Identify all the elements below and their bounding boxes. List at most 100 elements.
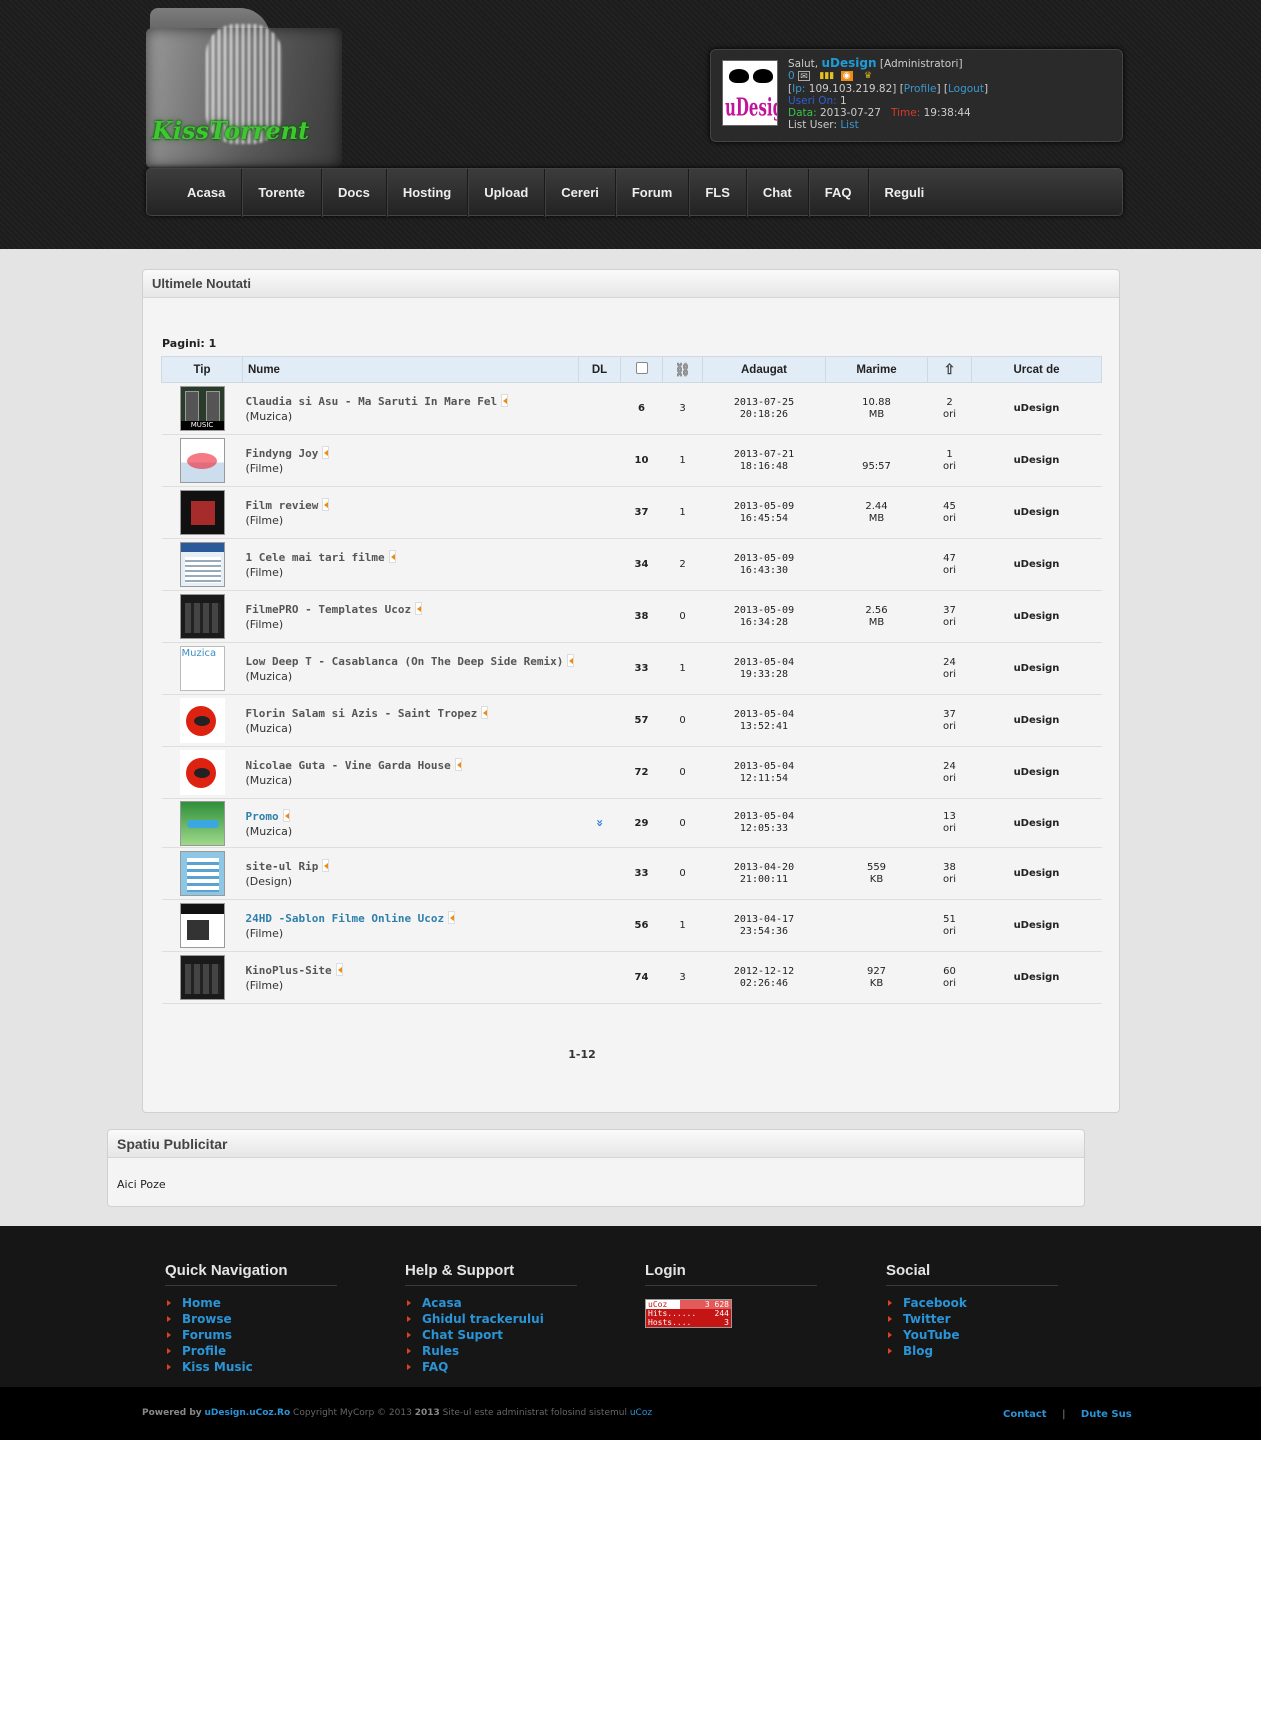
row-uploader[interactable]: uDesign [971,899,1102,952]
row-links[interactable]: 1 [662,486,703,539]
movie-poster-thumbnail[interactable] [179,438,225,483]
social-link-twitter[interactable]: Twitter [886,1311,1058,1327]
row-uploader[interactable]: uDesign [971,798,1102,848]
arrow-left-icon[interactable] [322,498,330,511]
torrent-category[interactable]: (Design) [246,875,579,888]
row-dl[interactable] [578,590,621,643]
arrow-left-icon[interactable] [481,706,489,719]
help-link-faq[interactable]: FAQ [405,1359,577,1375]
torrent-category[interactable]: (Muzica) [246,774,579,787]
nav-hosting[interactable]: Hosting [387,169,469,217]
nav-upload[interactable]: Upload [468,169,546,217]
site-screenshot-thumbnail[interactable] [179,955,225,1000]
torrent-title-link[interactable]: 1 Cele mai tari filme [246,551,385,564]
help-link-chat-suport[interactable]: Chat Suport [405,1327,577,1343]
arrow-left-icon[interactable] [415,602,423,615]
user-list-link[interactable]: List [840,119,858,131]
social-link-blog[interactable]: Blog [886,1343,1058,1359]
row-dl[interactable] [578,746,621,799]
quick-nav-link-home[interactable]: Home [165,1295,337,1311]
site-screenshot-thumbnail[interactable] [179,851,225,896]
pagination[interactable]: 1-12 [143,1048,1121,1061]
col-comments[interactable] [620,356,663,383]
profile-link[interactable]: Profile [904,83,937,95]
site-screenshot-thumbnail[interactable] [179,542,225,587]
row-links[interactable]: 0 [662,746,703,799]
row-dl[interactable] [578,642,621,695]
social-link-youtube[interactable]: YouTube [886,1327,1058,1343]
dj-music-thumbnail[interactable] [179,750,225,795]
download-icon[interactable]: » [592,819,606,827]
row-uploader[interactable]: uDesign [971,847,1102,900]
nav-torente[interactable]: Torente [242,169,323,217]
nav-faq[interactable]: FAQ [809,169,869,217]
row-uploader[interactable]: uDesign [971,486,1102,539]
arrow-left-icon[interactable] [388,550,396,563]
ucoz-link[interactable]: uCoz [630,1408,652,1418]
powered-by-link[interactable]: uDesign.uCoz.Ro [205,1408,291,1418]
arrow-left-icon[interactable] [335,963,343,976]
dj-music-thumbnail[interactable] [179,698,225,743]
site-screenshot-thumbnail[interactable] [179,594,225,639]
site-screenshot-thumbnail[interactable] [179,903,225,948]
row-uploader[interactable]: uDesign [971,590,1102,643]
row-dl[interactable]: » [578,798,621,848]
row-uploader[interactable]: uDesign [971,951,1102,1004]
trophy-icon[interactable]: ♛ [862,71,874,81]
social-link-facebook[interactable]: Facebook [886,1295,1058,1311]
nav-fls[interactable]: FLS [689,169,747,217]
torrent-category[interactable]: (Muzica) [246,722,579,735]
col-dl[interactable]: DL [578,356,621,383]
nav-reguli[interactable]: Reguli [869,169,941,217]
nav-cereri[interactable]: Cereri [545,169,616,217]
row-links[interactable]: 1 [662,434,703,487]
site-logo[interactable]: KissTorrent [146,4,346,170]
row-dl[interactable] [578,694,621,747]
logout-link[interactable]: Logout [948,83,984,95]
arrow-left-icon[interactable] [501,394,509,407]
col-adaugat[interactable]: Adaugat [702,356,826,383]
row-dl[interactable] [578,382,621,435]
envelope-icon[interactable]: ✉ [798,71,811,82]
quick-nav-link-browse[interactable]: Browse [165,1311,337,1327]
col-marime[interactable]: Marime [825,356,928,383]
torrent-category[interactable]: (Muzica) [246,825,579,838]
row-dl[interactable] [578,847,621,900]
row-dl[interactable] [578,538,621,591]
nav-acasa[interactable]: Acasa [171,169,243,217]
username-link[interactable]: uDesign [821,56,876,70]
torrent-title-link[interactable]: Nicolae Guta - Vine Garda House [246,759,451,772]
arrow-left-icon[interactable] [454,758,462,771]
back-to-top-link[interactable]: Dute Sus [1081,1409,1132,1420]
row-links[interactable]: 0 [662,798,703,848]
ucoz-counter[interactable]: uCoz 3 628 Hits...... 244 Hosts.... 3 [645,1299,732,1328]
arrow-left-icon[interactable] [322,859,330,872]
torrent-title-link[interactable]: FilmePRO - Templates Ucoz [246,603,412,616]
help-link-ghidul-trackerului[interactable]: Ghidul trackerului [405,1311,577,1327]
row-uploader[interactable]: uDesign [971,538,1102,591]
torrent-category[interactable]: (Filme) [246,927,579,940]
row-links[interactable]: 3 [662,382,703,435]
row-dl[interactable] [578,899,621,952]
col-nume[interactable]: Nume [242,356,579,383]
torrent-title-link[interactable]: 24HD -Sablon Filme Online Ucoz [246,912,445,925]
col-tip[interactable]: Tip [161,356,243,383]
arrow-left-icon[interactable] [322,446,330,459]
music-text-thumbnail[interactable]: Muzica [179,646,225,691]
torrent-category[interactable]: (Filme) [246,618,579,631]
arrow-left-icon[interactable] [567,654,575,667]
stats-icon[interactable]: ▮▮▮ [819,71,834,81]
torrent-category[interactable]: (Filme) [246,566,579,579]
row-links[interactable]: 0 [662,694,703,747]
torrent-category[interactable]: (Muzica) [246,410,579,423]
row-links[interactable]: 1 [662,642,703,695]
row-links[interactable]: 0 [662,847,703,900]
col-downloads[interactable]: ⇧ [927,356,972,383]
row-dl[interactable] [578,434,621,487]
help-link-acasa[interactable]: Acasa [405,1295,577,1311]
torrent-title-link[interactable]: site-ul Rip [246,860,319,873]
torrent-title-link[interactable]: Claudia si Asu - Ma Saruti In Mare Fel [246,395,498,408]
row-dl[interactable] [578,486,621,539]
row-dl[interactable] [578,951,621,1004]
row-links[interactable]: 0 [662,590,703,643]
